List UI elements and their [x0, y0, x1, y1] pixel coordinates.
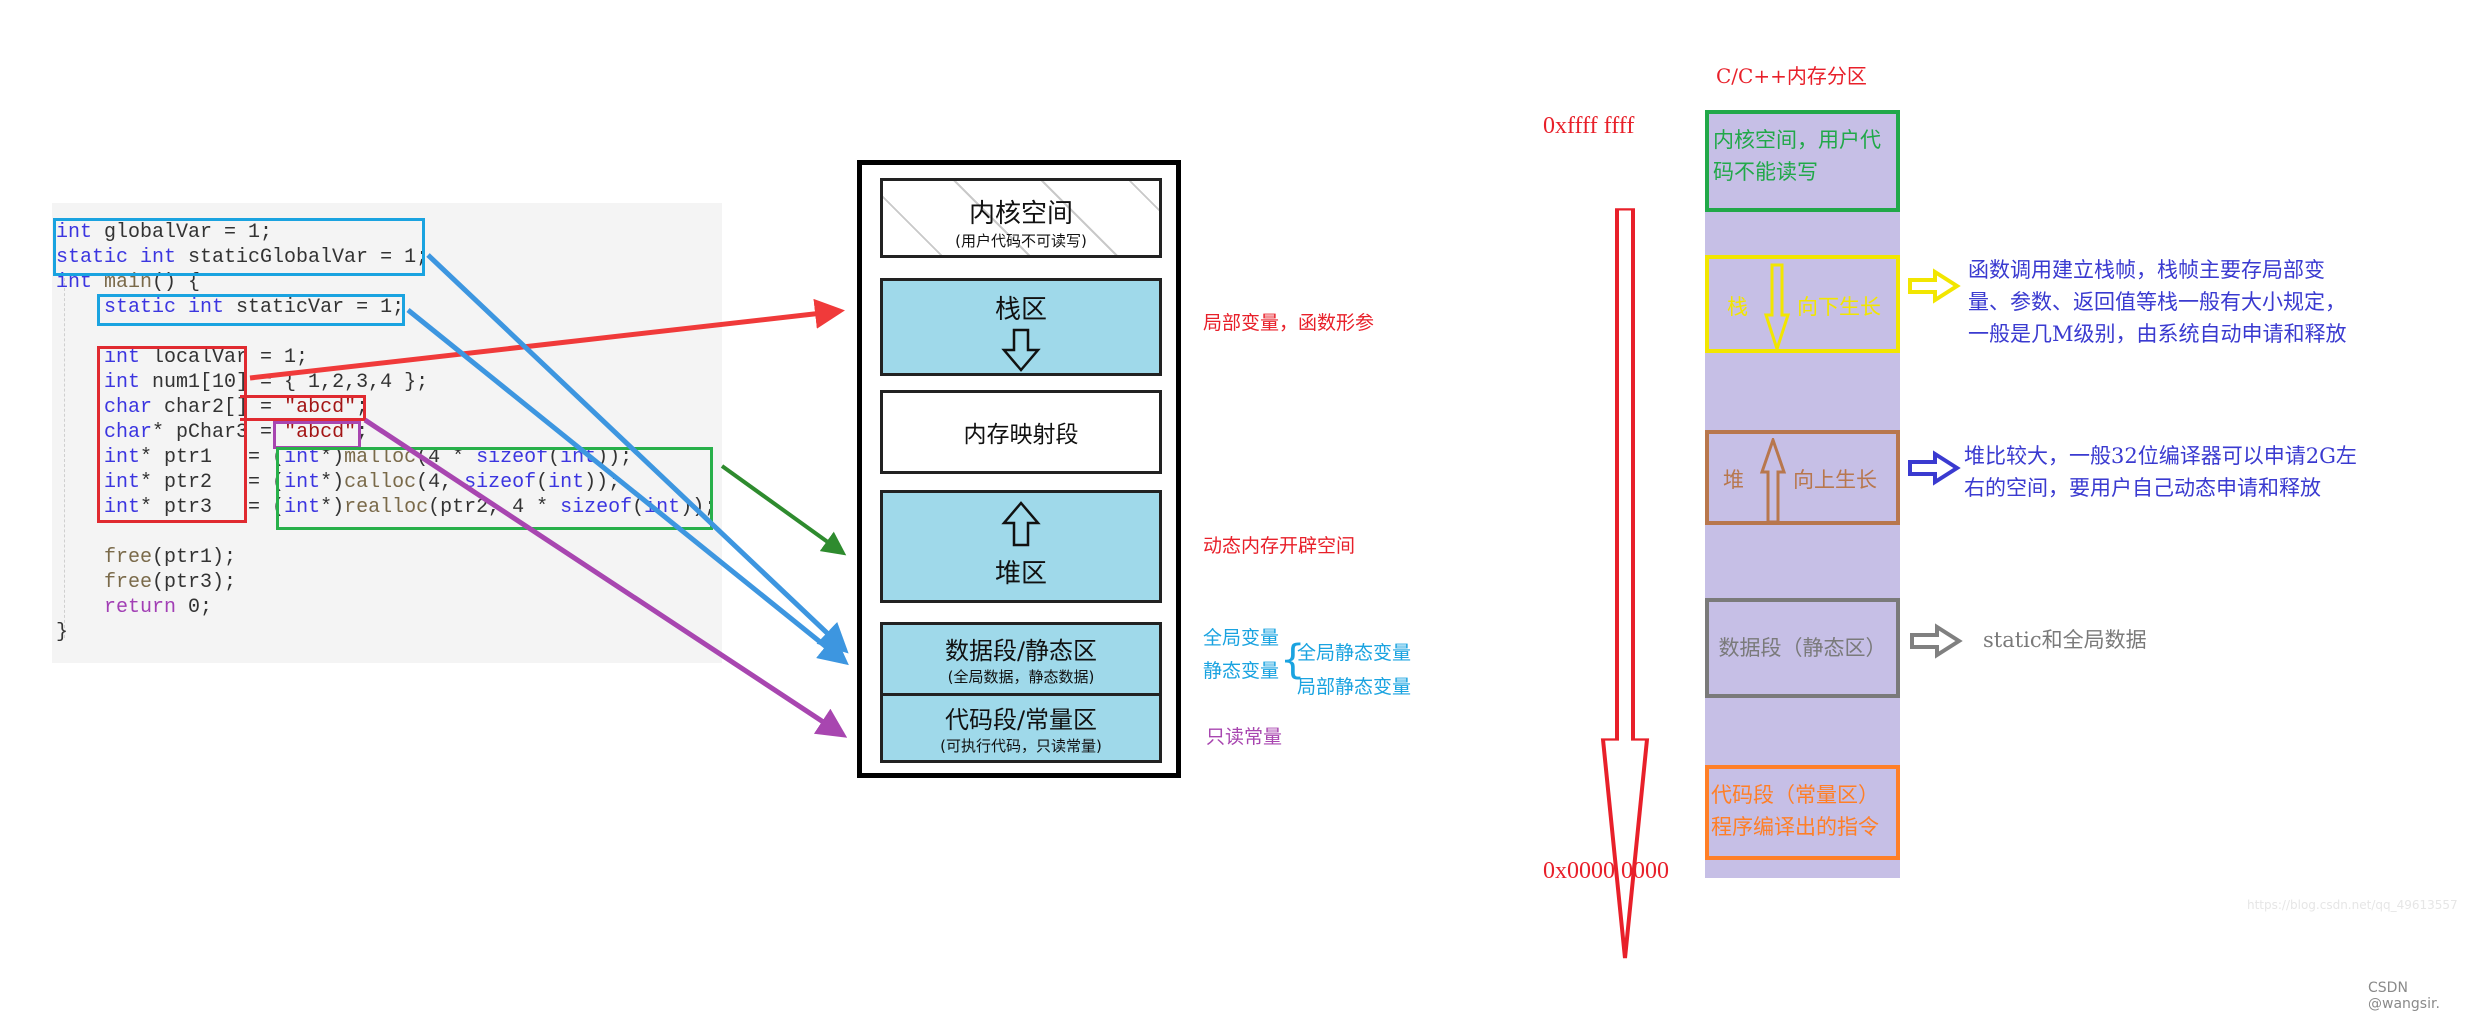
stack-desc-line: 函数调用建立栈帧，栈帧主要存局部变 — [1968, 258, 2325, 282]
partition-column: 内核空间，用户代码不能读写 栈 向下生长 堆 向上生长 数据段（静态区） 代码段… — [1705, 110, 1900, 878]
heap-desc-arrow — [1908, 450, 1961, 486]
partition-kernel-text: 内核空间，用户代码不能读写 — [1713, 128, 1881, 184]
address-high: 0xffff ffff — [1543, 113, 1635, 139]
arrow-up-icon — [1759, 438, 1787, 524]
csdn-credit: CSDN @wangsir. — [2368, 980, 2440, 1012]
partition-code: 代码段（常量区） 程序编译出的指令 — [1705, 765, 1900, 860]
address-direction-arrow — [1600, 208, 1650, 959]
stack-desc-line: 一般是几M级别，由系统自动申请和释放 — [1968, 322, 2347, 346]
arrow-down-icon — [1763, 263, 1791, 351]
partition-code-line2: 程序编译出的指令 — [1711, 815, 1879, 839]
partition-kernel: 内核空间，用户代码不能读写 — [1705, 110, 1900, 212]
data-desc-arrow — [1910, 623, 1963, 659]
partition-data-text: 数据段（静态区） — [1718, 636, 1887, 660]
partition-code-line1: 代码段（常量区） — [1711, 783, 1879, 807]
partition-title: C/C++内存分区 — [1716, 64, 1867, 88]
partition-data: 数据段（静态区） — [1705, 598, 1900, 698]
partition-stack-name: 栈 — [1727, 295, 1748, 319]
heap-description: 堆比较大，一般32位编译器可以申请2G左 右的空间，要用户自己动态申请和释放 — [1964, 440, 2357, 504]
stack-desc-arrow — [1908, 268, 1961, 304]
address-low: 0x0000 0000 — [1543, 858, 1669, 884]
heap-desc-line: 右的空间，要用户自己动态申请和释放 — [1964, 476, 2321, 500]
partition-heap: 堆 向上生长 — [1705, 430, 1900, 525]
partition-stack-growth: 向下生长 — [1797, 295, 1881, 319]
arrow-static-to-data — [406, 308, 849, 666]
partition-stack: 栈 向下生长 — [1705, 255, 1900, 353]
heap-desc-line: 堆比较大，一般32位编译器可以申请2G左 — [1964, 444, 2357, 468]
stack-desc-line: 量、参数、返回值等栈一般有大小规定， — [1968, 290, 2346, 314]
arrow-globals-to-data — [426, 253, 849, 654]
watermark-url: https://blog.csdn.net/qq_49613557 — [2247, 898, 2458, 912]
partition-heap-growth: 向上生长 — [1793, 468, 1877, 492]
stack-description: 函数调用建立栈帧，栈帧主要存局部变 量、参数、返回值等栈一般有大小规定， 一般是… — [1968, 254, 2347, 350]
data-description: static和全局数据 — [1983, 628, 2147, 652]
arrow-heap-alloc-to-heap — [720, 464, 847, 556]
partition-heap-name: 堆 — [1723, 468, 1744, 492]
